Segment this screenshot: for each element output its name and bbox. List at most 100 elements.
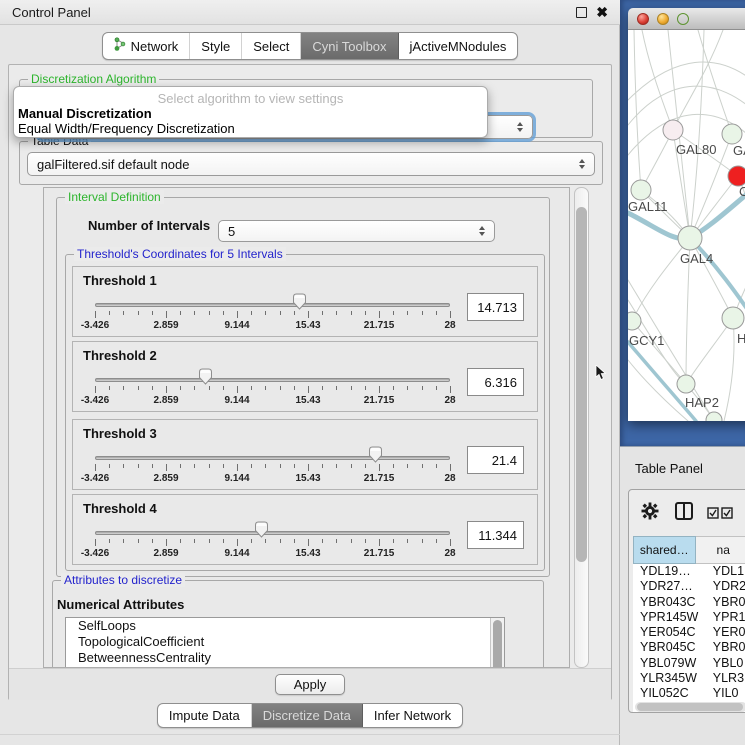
cell-name[interactable]: YDR2 bbox=[706, 579, 745, 594]
threshold-panel: Threshold 3 -3.4262.8599.14415.4321.7152… bbox=[72, 419, 538, 490]
cell-shared-name[interactable]: YLR345W bbox=[633, 671, 706, 686]
network-node-gal4[interactable] bbox=[678, 226, 702, 250]
table-row[interactable]: YDR27…YDR2 bbox=[633, 579, 745, 594]
network-edge[interactable] bbox=[634, 30, 641, 190]
cell-shared-name[interactable]: YDR27… bbox=[633, 579, 706, 594]
table-row[interactable]: YDL19…YDL1 bbox=[633, 564, 745, 579]
minimize-traffic-light-icon[interactable] bbox=[657, 13, 669, 25]
table-hscrollbar[interactable] bbox=[635, 702, 745, 712]
bottom-tabbar: Impute DataDiscretize DataInfer Network bbox=[0, 703, 620, 728]
network-edge[interactable] bbox=[686, 318, 733, 384]
gear-icon[interactable] bbox=[641, 502, 659, 520]
network-edge[interactable] bbox=[673, 30, 723, 130]
scrollbar-thumb[interactable] bbox=[576, 207, 587, 562]
network-graph[interactable]: GAL80GACGAL11GAL4GCY1HHAP2 bbox=[628, 30, 745, 421]
cell-shared-name[interactable]: YBR045C bbox=[633, 640, 706, 655]
tab-discretize-data[interactable]: Discretize Data bbox=[252, 704, 363, 727]
cell-shared-name[interactable]: YBL079W bbox=[633, 656, 706, 671]
threshold-value-field[interactable]: 6.316 bbox=[467, 368, 524, 396]
threshold-value-field[interactable]: 14.713 bbox=[467, 293, 524, 321]
cell-name[interactable]: YIL0 bbox=[706, 686, 745, 701]
network-node-hap2[interactable] bbox=[677, 375, 695, 393]
attribute-item-selfloops[interactable]: SelfLoops bbox=[66, 618, 504, 634]
table-row[interactable]: YLR345WYLR3 bbox=[633, 671, 745, 686]
threshold-value-field[interactable]: 21.4 bbox=[467, 446, 524, 474]
tab-select[interactable]: Select bbox=[242, 33, 301, 59]
network-node-gal80[interactable] bbox=[663, 120, 683, 140]
table-row[interactable]: YER054CYER0 bbox=[633, 625, 745, 640]
network-window-titlebar[interactable] bbox=[628, 8, 745, 30]
dropdown-placeholder-item[interactable]: Select algorithm to view settings bbox=[14, 91, 487, 106]
column-header-shared-name[interactable]: shared… bbox=[633, 536, 696, 564]
columns-icon[interactable] bbox=[675, 502, 693, 520]
network-node-gal11[interactable] bbox=[631, 180, 651, 200]
network-edge[interactable] bbox=[690, 30, 704, 238]
network-edge[interactable] bbox=[642, 30, 673, 130]
network-edge[interactable] bbox=[698, 30, 732, 134]
network-node[interactable] bbox=[706, 412, 722, 421]
attributes-scrollbar[interactable] bbox=[490, 618, 504, 668]
number-of-intervals-select[interactable]: 5 bbox=[218, 220, 495, 242]
network-view-window[interactable]: GAL80GACGAL11GAL4GCY1HHAP2 bbox=[628, 8, 745, 421]
threshold-value-field[interactable]: 11.344 bbox=[467, 521, 524, 549]
cell-shared-name[interactable]: YER054C bbox=[633, 625, 706, 640]
attribute-item-betweennesscentrality[interactable]: BetweennessCentrality bbox=[66, 650, 504, 666]
cell-name[interactable]: YBR0 bbox=[706, 640, 745, 655]
dropdown-option-equal-width[interactable]: Equal Width/Frequency Discretization bbox=[14, 121, 487, 136]
slider-track[interactable] bbox=[95, 456, 450, 460]
screen: Control Panel ✖ NetworkStyleSelectCyni T… bbox=[0, 0, 745, 745]
network-node-gcy1[interactable] bbox=[628, 312, 641, 330]
cell-shared-name[interactable]: YIL052C bbox=[633, 686, 706, 701]
cell-shared-name[interactable]: YBR043C bbox=[633, 595, 706, 610]
network-canvas[interactable]: GAL80GACGAL11GAL4GCY1HHAP2 bbox=[628, 30, 745, 421]
cell-shared-name[interactable]: YPR145W bbox=[633, 610, 706, 625]
cell-name[interactable]: YBR0 bbox=[706, 595, 745, 610]
cell-name[interactable]: YPR1 bbox=[706, 610, 745, 625]
table-row[interactable]: YBL079WYBL0 bbox=[633, 656, 745, 671]
column-header-name[interactable]: na bbox=[696, 536, 745, 564]
cell-name[interactable]: YDL1 bbox=[706, 564, 745, 579]
slider-thumb[interactable] bbox=[368, 446, 383, 463]
tab-impute-data[interactable]: Impute Data bbox=[158, 704, 252, 727]
tab-infer-network[interactable]: Infer Network bbox=[363, 704, 462, 727]
table-row[interactable]: YIL052CYIL0 bbox=[633, 686, 745, 701]
apply-button[interactable]: Apply bbox=[275, 674, 346, 695]
tab-style[interactable]: Style bbox=[190, 33, 242, 59]
network-edge[interactable] bbox=[628, 62, 745, 100]
table-row[interactable]: YBR043CYBR0 bbox=[633, 595, 745, 610]
tab-jactivemnodules[interactable]: jActiveMNodules bbox=[399, 33, 518, 59]
slider-thumb[interactable] bbox=[254, 521, 269, 538]
tab-cyni-toolbox[interactable]: Cyni Toolbox bbox=[301, 33, 398, 59]
slider-track[interactable] bbox=[95, 303, 450, 307]
select-columns-checkboxes-icon[interactable] bbox=[707, 507, 733, 519]
settings-scrollbar[interactable] bbox=[574, 187, 589, 668]
network-node-c[interactable] bbox=[728, 166, 745, 186]
network-node-h[interactable] bbox=[722, 307, 744, 329]
node-label-gal80: GAL80 bbox=[676, 142, 716, 157]
close-traffic-light-icon[interactable] bbox=[637, 13, 649, 25]
tab-network[interactable]: Network bbox=[103, 33, 191, 59]
float-window-icon[interactable] bbox=[576, 7, 587, 18]
cell-shared-name[interactable]: YDL19… bbox=[633, 564, 706, 579]
slider-track[interactable] bbox=[95, 531, 450, 535]
zoom-traffic-light-icon[interactable] bbox=[677, 13, 689, 25]
threshold-label: Threshold 3 bbox=[83, 426, 157, 441]
network-edge[interactable] bbox=[724, 318, 734, 421]
table-row[interactable]: YPR145WYPR1 bbox=[633, 610, 745, 625]
threshold-label: Threshold 1 bbox=[83, 273, 157, 288]
network-edge[interactable] bbox=[628, 360, 688, 421]
attribute-item-topologicalcoefficient[interactable]: TopologicalCoefficient bbox=[66, 634, 504, 650]
table-row[interactable]: YBR045CYBR0 bbox=[633, 640, 745, 655]
cell-name[interactable]: YLR3 bbox=[706, 671, 745, 686]
cell-name[interactable]: YER0 bbox=[706, 625, 745, 640]
cell-name[interactable]: YBL0 bbox=[706, 656, 745, 671]
table-data-select[interactable]: galFiltered.sif default node bbox=[27, 152, 595, 176]
slider-thumb[interactable] bbox=[292, 293, 307, 310]
bottom-tab-group: Impute DataDiscretize DataInfer Network bbox=[157, 703, 463, 728]
network-node-ga[interactable] bbox=[722, 124, 742, 144]
dropdown-option-manual[interactable]: Manual Discretization bbox=[14, 106, 487, 121]
slider-thumb[interactable] bbox=[198, 368, 213, 385]
close-icon[interactable]: ✖ bbox=[596, 5, 608, 19]
slider-track[interactable] bbox=[95, 378, 450, 382]
numerical-attributes-list[interactable]: SelfLoopsTopologicalCoefficientBetweenne… bbox=[65, 617, 505, 668]
